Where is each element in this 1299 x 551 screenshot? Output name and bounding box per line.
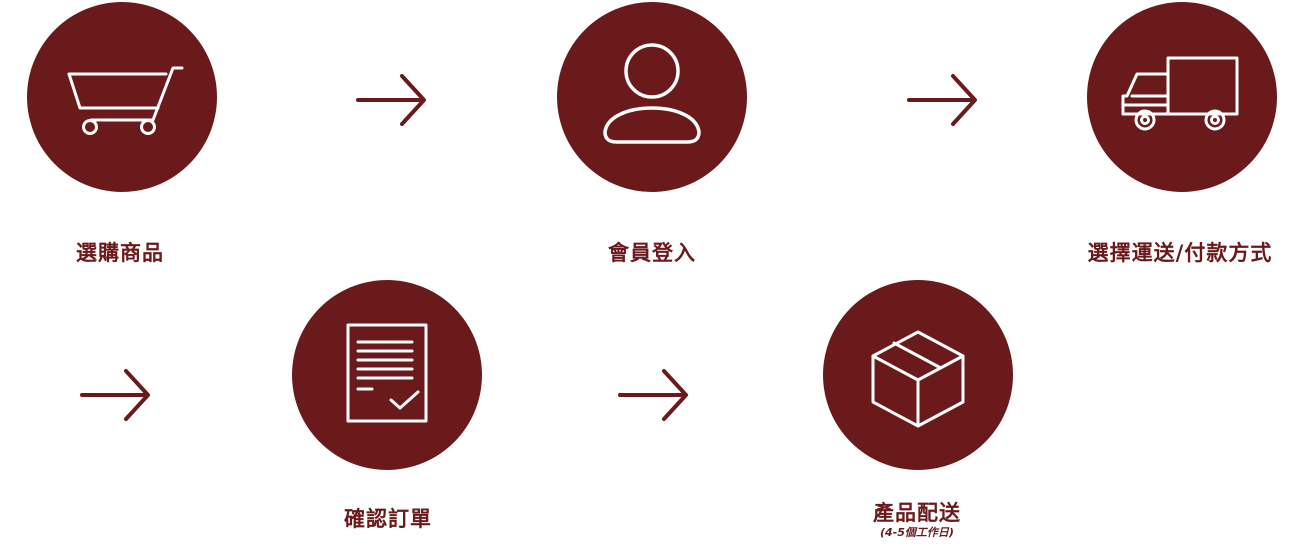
right-arrow-icon bbox=[80, 369, 150, 421]
step-label-confirm-order: 確認訂單 bbox=[344, 507, 432, 531]
delivery-truck-icon bbox=[1121, 56, 1239, 131]
step-label-select-products: 選購商品 bbox=[76, 241, 164, 265]
step-label-member-login: 會員登入 bbox=[608, 241, 696, 265]
shopping-cart-icon bbox=[67, 66, 184, 135]
step-circle-member-login bbox=[557, 2, 747, 192]
right-arrow-icon bbox=[907, 74, 977, 126]
step-circle-product-delivery bbox=[823, 280, 1013, 470]
user-icon bbox=[603, 43, 701, 144]
right-arrow-icon bbox=[618, 369, 688, 421]
step-circle-confirm-order bbox=[292, 280, 482, 470]
step-circle-shipping-payment bbox=[1087, 2, 1277, 192]
document-check-icon bbox=[346, 323, 428, 423]
step-label-shipping-payment: 選擇運送/付款方式 bbox=[1087, 241, 1273, 265]
step-note-delivery-time: (4-5個工作日) bbox=[880, 526, 954, 539]
right-arrow-icon bbox=[356, 74, 426, 126]
package-box-icon bbox=[871, 330, 965, 428]
step-label-product-delivery: 產品配送 bbox=[873, 501, 961, 525]
step-circle-select-products bbox=[27, 2, 217, 192]
